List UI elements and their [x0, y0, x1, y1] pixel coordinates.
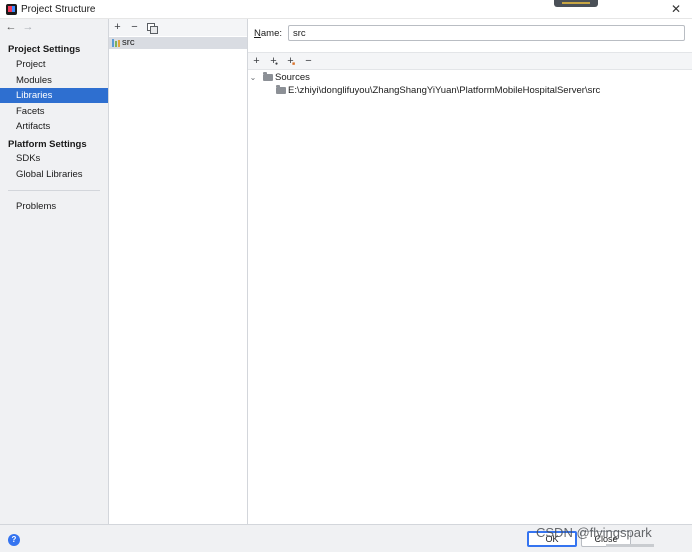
name-field-label: Name: [254, 28, 282, 39]
library-item-label: src [122, 37, 135, 48]
sidebar-item-libraries[interactable]: Libraries [0, 88, 108, 103]
project-settings-heading: Project Settings [8, 44, 81, 55]
attach-sources-button[interactable]: + ■ [284, 55, 297, 68]
libraries-toolbar: + − [109, 19, 247, 36]
library-name-input[interactable] [288, 25, 685, 41]
title-bar: Project Structure ✕ [0, 0, 692, 19]
add-root-button[interactable]: + [250, 55, 263, 68]
window-title: Project Structure [21, 4, 96, 15]
chevron-down-icon[interactable]: ⌄ [248, 71, 258, 84]
forward-arrow-icon[interactable]: → [22, 21, 34, 33]
remove-root-button[interactable]: − [302, 55, 315, 68]
sidebar-item-sdks[interactable]: SDKs [0, 151, 108, 166]
sidebar-item-global-libraries[interactable]: Global Libraries [0, 167, 108, 182]
tree-node-source-root[interactable]: E:\zhiyi\donglifuyou\ZhangShangYiYuan\Pl… [248, 84, 688, 97]
remove-library-button[interactable]: − [128, 21, 141, 34]
close-window-button[interactable]: ✕ [668, 2, 684, 17]
floating-toolbar-icon[interactable] [554, 0, 598, 7]
sidebar-item-modules[interactable]: Modules [0, 73, 108, 88]
library-detail-panel: Name: + +● +■ − ⌄ Sources E:\zhiyi\dongl… [248, 19, 692, 524]
sidebar-item-artifacts[interactable]: Artifacts [0, 119, 108, 134]
settings-sidebar: ← → Project Settings Project Modules Lib… [0, 19, 109, 524]
sidebar-item-problems[interactable]: Problems [0, 199, 108, 214]
attach-classes-button[interactable]: + ● [267, 55, 280, 68]
tree-node-sources[interactable]: ⌄ Sources [248, 71, 448, 84]
library-item-src[interactable]: src [109, 37, 247, 49]
ok-button[interactable]: OK [527, 531, 577, 547]
platform-settings-heading: Platform Settings [8, 139, 87, 150]
add-library-button[interactable]: + [111, 21, 124, 34]
watermark-underline [606, 544, 654, 547]
folder-icon [263, 72, 273, 81]
sources-badge-icon: ■ [292, 61, 296, 67]
back-arrow-icon[interactable]: ← [5, 21, 17, 33]
classes-badge-icon: ● [275, 61, 279, 67]
copy-library-button[interactable] [145, 21, 158, 34]
copy-icon [147, 23, 158, 34]
help-circle-icon[interactable]: ? [8, 534, 20, 546]
library-bars-icon [112, 39, 120, 47]
sidebar-divider [8, 190, 100, 191]
sidebar-item-facets[interactable]: Facets [0, 104, 108, 119]
libraries-list-panel: + − src [109, 19, 248, 524]
dialog-button-bar: ? OK Close CSDN @flyingspark [0, 524, 692, 552]
roots-toolbar: + + ● + ■ − [248, 52, 692, 70]
sidebar-item-project[interactable]: Project [0, 57, 108, 72]
tree-node-path: E:\zhiyi\donglifuyou\ZhangShangYiYuan\Pl… [288, 85, 601, 96]
tree-node-label: Sources [275, 72, 310, 83]
history-nav: ← → [0, 19, 108, 37]
folder-icon [276, 85, 286, 94]
intellij-app-icon [6, 4, 17, 15]
